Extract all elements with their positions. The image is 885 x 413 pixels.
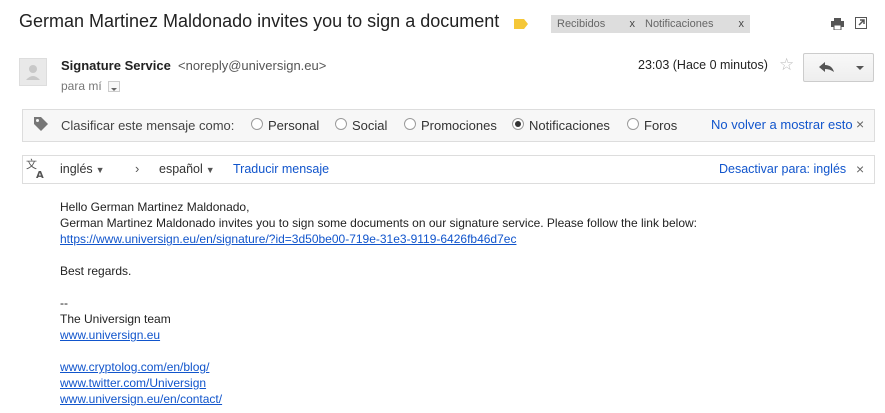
translate-message-link[interactable]: Traducir mensaje [233,162,329,176]
closing: Best regards. [60,264,132,278]
target-language-label: español [159,162,203,176]
chevron-down-icon [111,88,117,91]
label-tag-icon[interactable] [514,19,528,29]
print-icon[interactable] [831,18,844,30]
radio-foros[interactable] [627,118,639,130]
tag-icon [34,117,48,131]
deactivate-translation-link[interactable]: Desactivar para: inglés [719,162,846,176]
close-icon[interactable]: × [856,116,864,132]
star-icon[interactable]: ☆ [779,56,794,73]
avatar [19,58,47,86]
greeting: Hello German Martinez Maldonado, [60,200,250,214]
signature-separator: -- [60,296,68,310]
blog-link[interactable]: www.cryptolog.com/en/blog/ [60,359,209,375]
label-chip-recibidos[interactable]: Recibidos x [551,15,641,33]
remove-label-button[interactable]: x [739,15,745,33]
svg-text:文: 文 [26,157,37,171]
radio-label-notificaciones[interactable]: Notificaciones [529,118,610,133]
target-language-select[interactable]: español ▼ [159,162,215,176]
message-body: Hello German Martinez Maldonado, German … [60,199,860,407]
email-subject: German Martinez Maldonado invites you to… [19,11,500,31]
reply-button[interactable] [803,53,849,82]
radio-notificaciones[interactable] [512,118,524,130]
radio-personal[interactable] [251,118,263,130]
new-window-icon[interactable] [855,17,867,29]
body-text: German Martinez Maldonado invites you to… [60,216,697,230]
team-name: The Universign team [60,312,171,326]
classify-prompt: Clasificar este mensaje como: [61,118,235,133]
contact-link[interactable]: www.universign.eu/en/contact/ [60,391,222,407]
radio-label-promociones[interactable]: Promociones [421,118,497,133]
recipient-label: para mí [61,79,102,93]
label-chip-notificaciones[interactable]: Notificaciones x [639,15,750,33]
sender-email: <noreply@universign.eu> [178,58,327,73]
dont-show-again-link[interactable]: No volver a mostrar esto [711,117,853,132]
reply-icon [819,62,834,72]
caret-down-icon: ▼ [205,165,215,175]
show-details-button[interactable] [108,81,120,92]
radio-label-personal[interactable]: Personal [268,118,319,133]
source-language-select[interactable]: inglés ▼ [60,162,105,176]
radio-label-social[interactable]: Social [352,118,387,133]
twitter-link[interactable]: www.twitter.com/Universign [60,375,206,391]
chevron-down-icon [856,66,864,70]
website-link[interactable]: www.universign.eu [60,327,160,343]
translate-icon: 文 A [26,157,44,179]
person-icon [26,65,40,80]
label-chip-text: Notificaciones [645,18,714,30]
sender-name[interactable]: Signature Service [61,58,171,73]
arrow-right-icon: › [135,161,140,176]
signature-link[interactable]: https://www.universign.eu/en/signature/?… [60,231,516,247]
remove-label-button[interactable]: x [630,15,636,33]
radio-label-foros[interactable]: Foros [644,118,677,133]
source-language-label: inglés [60,162,93,176]
more-actions-button[interactable] [847,53,874,82]
label-chip-text: Recibidos [557,18,606,30]
timestamp: 23:03 (Hace 0 minutos) [638,58,768,72]
caret-down-icon: ▼ [95,165,105,175]
svg-text:A: A [36,170,44,179]
radio-social[interactable] [335,118,347,130]
radio-promociones[interactable] [404,118,416,130]
close-icon[interactable]: × [856,161,864,177]
